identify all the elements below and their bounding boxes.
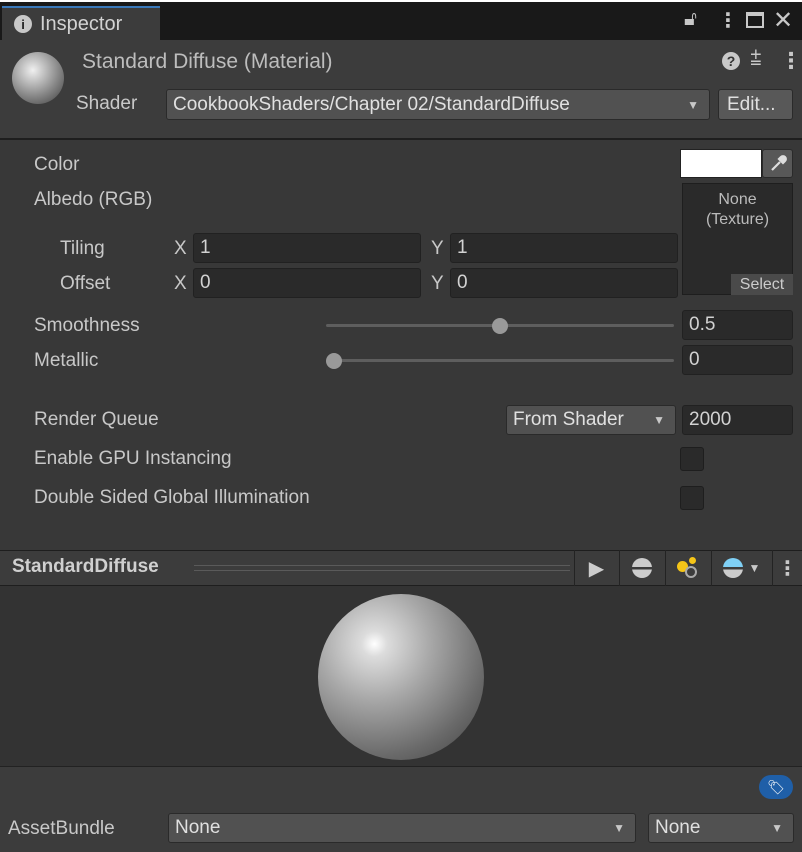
asset-bundle-label: AssetBundle	[8, 818, 115, 839]
preview-lighting-button[interactable]	[665, 550, 710, 586]
tiling-x-input[interactable]: 1	[193, 233, 421, 263]
preview-mesh-button[interactable]	[619, 550, 664, 586]
render-queue-label: Render Queue	[34, 409, 159, 430]
chevron-down-icon: ▼	[653, 413, 665, 427]
chevron-down-icon: ▼	[748, 561, 761, 575]
play-icon: ▶	[588, 557, 605, 580]
more-options-icon[interactable]: ⋮	[718, 8, 738, 33]
metallic-input[interactable]: 0	[682, 345, 793, 375]
color-label: Color	[34, 154, 80, 175]
tiling-label: Tiling	[60, 238, 105, 259]
lights-icon	[677, 557, 699, 579]
texture-none: None	[718, 191, 757, 208]
smoothness-slider[interactable]	[326, 318, 674, 334]
chevron-down-icon: ▼	[687, 97, 699, 112]
shader-value: CookbookShaders/Chapter 02/StandardDiffu…	[173, 93, 570, 115]
material-title: Standard Diffuse (Material)	[82, 50, 333, 73]
texture-type: (Texture)	[705, 211, 770, 228]
slider-handle[interactable]	[492, 318, 508, 334]
tiling-x-label: X	[174, 238, 187, 259]
render-queue-mode: From Shader	[513, 409, 624, 430]
texture-select-button[interactable]: Select	[731, 274, 793, 295]
metallic-label: Metallic	[34, 350, 99, 371]
chevron-down-icon: ▼	[771, 821, 783, 835]
material-thumbnail	[12, 52, 64, 104]
double-sided-gi-label: Double Sided Global Illumination	[34, 487, 310, 508]
gpu-instancing-checkbox[interactable]	[680, 447, 704, 471]
offset-label: Offset	[60, 273, 111, 294]
tiling-y-input[interactable]: 1	[450, 233, 678, 263]
double-sided-gi-checkbox[interactable]	[680, 486, 704, 510]
offset-x-label: X	[174, 273, 187, 294]
material-preview-sphere	[318, 594, 484, 760]
preview-background-button[interactable]: ▼	[711, 550, 771, 586]
maximize-icon[interactable]	[746, 12, 764, 28]
tiling-y-label: Y	[431, 238, 444, 259]
component-menu-icon[interactable]: ⋮	[780, 48, 802, 74]
help-icon[interactable]: ?	[722, 52, 740, 70]
shader-label: Shader	[76, 93, 138, 114]
preview-title: StandardDiffuse	[12, 556, 159, 577]
render-queue-dropdown[interactable]: From Shader ▼	[506, 405, 676, 435]
asset-bundle-name: None	[175, 817, 221, 838]
info-icon: i	[14, 15, 32, 33]
slider-handle[interactable]	[326, 353, 342, 369]
albedo-label: Albedo (RGB)	[34, 189, 153, 210]
chevron-down-icon: ▼	[613, 821, 625, 835]
preview-drag-handle[interactable]	[194, 565, 570, 571]
asset-bundle-name-dropdown[interactable]: None ▼	[168, 813, 636, 843]
label-tag-icon[interactable]: 🏷︎	[759, 775, 793, 799]
sky-sphere-icon	[722, 558, 743, 578]
color-swatch[interactable]	[680, 149, 762, 178]
gpu-instancing-label: Enable GPU Instancing	[34, 448, 232, 469]
edit-shader-button[interactable]: Edit...	[718, 89, 793, 120]
offset-y-input[interactable]: 0	[450, 268, 678, 298]
smoothness-input[interactable]: 0.5	[682, 310, 793, 340]
render-queue-input[interactable]: 2000	[682, 405, 793, 435]
lock-icon[interactable]: 🔓︎	[684, 8, 697, 31]
offset-y-label: Y	[431, 273, 444, 294]
smoothness-label: Smoothness	[34, 315, 140, 336]
preview-menu-icon[interactable]: ⋮	[772, 550, 802, 586]
metallic-slider[interactable]	[326, 353, 674, 369]
shader-dropdown[interactable]: CookbookShaders/Chapter 02/StandardDiffu…	[166, 89, 710, 120]
asset-bundle-variant-dropdown[interactable]: None ▼	[648, 813, 794, 843]
tab-label: Inspector	[40, 12, 123, 35]
eyedropper-icon[interactable]	[762, 149, 793, 178]
offset-x-input[interactable]: 0	[193, 268, 421, 298]
close-icon[interactable]: ✕	[773, 6, 793, 35]
sphere-mesh-icon	[632, 558, 652, 578]
asset-bundle-variant: None	[655, 817, 701, 838]
play-button[interactable]: ▶	[574, 550, 618, 586]
preset-icon[interactable]: ⩲	[750, 48, 762, 71]
tab-inspector[interactable]: i Inspector	[2, 6, 160, 40]
